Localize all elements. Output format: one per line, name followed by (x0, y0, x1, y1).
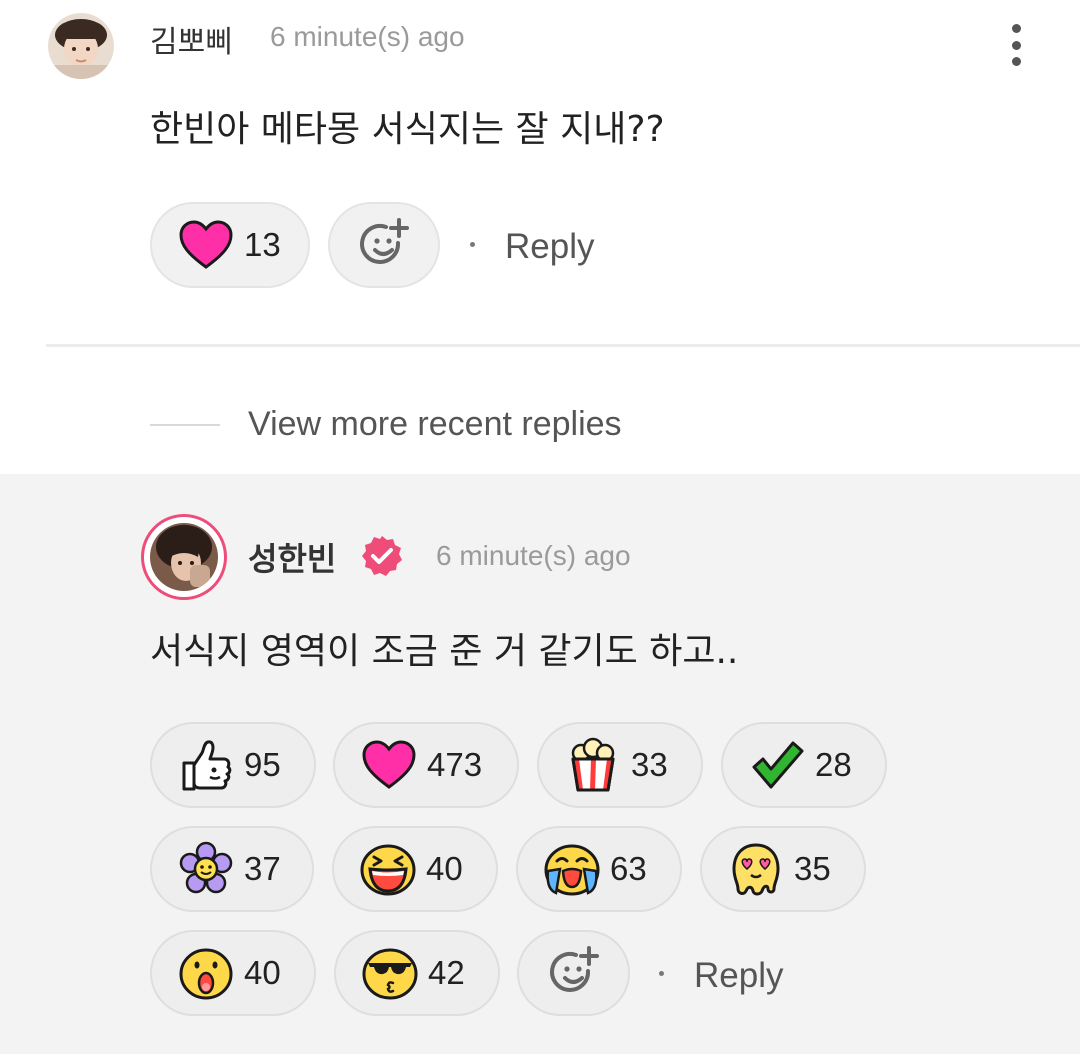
timestamp: 6 minute(s) ago (270, 21, 465, 52)
laughing-emoji-icon (360, 841, 416, 897)
thumbs-up-emoji-icon (178, 737, 234, 793)
view-more-replies-button[interactable]: View more recent replies (248, 405, 622, 444)
heart-emoji-icon (361, 737, 417, 793)
separator-dot (470, 242, 475, 247)
reaction-count: 95 (244, 746, 281, 783)
add-reaction-button[interactable] (328, 202, 440, 288)
reaction-count: 40 (244, 954, 281, 991)
comment: 김뽀삐 6 minute(s) ago 한빈아 메타몽 서식지는 잘 지내?? … (0, 0, 1080, 474)
divider (46, 344, 1080, 347)
more-options-icon[interactable] (1000, 18, 1032, 72)
reaction-count: 42 (428, 954, 465, 991)
reaction-count: 13 (244, 226, 281, 263)
reply-comment: 성한빈 6 minute(s) ago 서식지 영역이 조금 준 거 같기도 하… (0, 474, 1080, 1054)
add-reaction-button[interactable] (517, 930, 630, 1016)
reaction-count: 37 (244, 850, 281, 887)
reaction-count: 35 (794, 850, 831, 887)
reaction-button[interactable]: 40 (150, 930, 316, 1016)
reaction-button[interactable]: 35 (700, 826, 866, 912)
author-name[interactable]: 김뽀삐 (150, 17, 233, 61)
add-emoji-icon (546, 945, 602, 1001)
reaction-button[interactable]: 13 (150, 202, 310, 288)
heart-emoji-icon (178, 217, 234, 273)
reaction-count: 63 (610, 850, 647, 887)
reaction-button[interactable]: 63 (516, 826, 682, 912)
reply-button[interactable]: Reply (505, 227, 594, 267)
reaction-count: 473 (427, 746, 483, 783)
reaction-button[interactable]: 95 (150, 722, 316, 808)
reaction-count: 28 (815, 746, 852, 783)
reaction-count: 40 (426, 850, 463, 887)
popcorn-emoji-icon (565, 737, 621, 793)
separator-dot (659, 971, 664, 976)
reply-text: 서식지 영역이 조금 준 거 같기도 하고.. (150, 631, 739, 672)
surprised-emoji-icon (178, 945, 234, 1001)
comment-text: 한빈아 메타몽 서식지는 잘 지내?? (150, 109, 665, 150)
reaction-button[interactable]: 42 (334, 930, 500, 1016)
heart-eyes-emoji-icon (728, 841, 784, 897)
check-emoji-icon (749, 737, 805, 793)
reaction-button[interactable]: 473 (333, 722, 519, 808)
reaction-button[interactable]: 40 (332, 826, 498, 912)
reaction-button[interactable]: 33 (537, 722, 703, 808)
author-name[interactable]: 성한빈 (248, 534, 336, 580)
verified-badge-icon (360, 534, 404, 578)
reply-button[interactable]: Reply (694, 956, 783, 996)
avatar (150, 523, 218, 591)
avatar-ring[interactable] (141, 514, 227, 600)
timestamp: 6 minute(s) ago (436, 540, 631, 571)
reaction-button[interactable]: 28 (721, 722, 887, 808)
flower-emoji-icon (178, 841, 234, 897)
avatar[interactable] (48, 13, 114, 79)
reaction-count: 33 (631, 746, 668, 783)
crying-emoji-icon (544, 841, 600, 897)
sunglasses-emoji-icon (362, 945, 418, 1001)
reaction-button[interactable]: 37 (150, 826, 314, 912)
view-more-line (150, 424, 220, 426)
add-emoji-icon (356, 217, 412, 273)
